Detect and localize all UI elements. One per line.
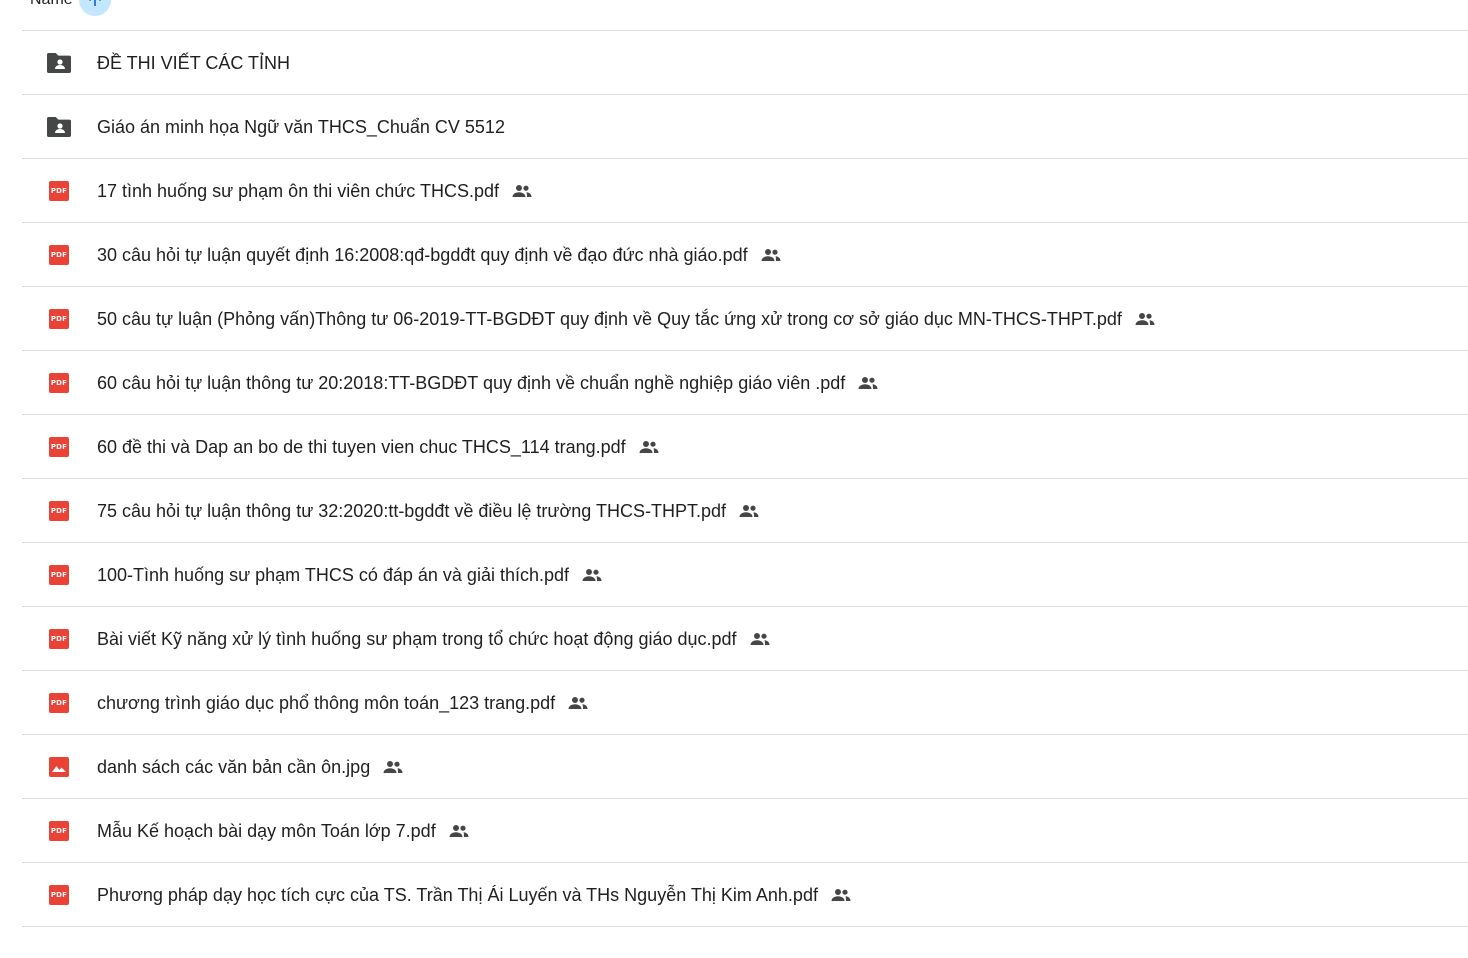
file-row[interactable]: PDF 17 tình huống sư phạm ôn thi viên chứ… [22,159,1468,223]
arrow-up-icon [88,0,101,6]
file-row[interactable]: PDF Bài viết Kỹ năng xử lý tình huống sư … [22,607,1468,671]
sort-direction-button[interactable] [78,0,111,16]
file-name: Mẫu Kế hoạch bài dạy môn Toán lớp 7.pdf [97,820,436,841]
file-row[interactable]: Giáo án minh họa Ngữ văn THCS_Chuẩn CV 5… [22,95,1468,159]
pdf-icon: PDF [45,497,73,525]
pdf-icon: PDF [45,689,73,717]
file-name: 60 câu hỏi tự luận thông tư 20:2018:TT-B… [97,372,846,393]
pdf-icon: PDF [45,241,73,269]
file-name: Phương pháp dạy học tích cực của TS. Trầ… [97,884,818,905]
file-list-header: Name [22,0,1468,30]
people-icon [749,628,771,650]
pdf-badge: PDF [49,372,69,393]
shared-folder-icon [45,49,73,77]
pdf-badge: PDF [49,628,69,649]
column-header-name[interactable]: Name [30,0,73,10]
people-icon [638,436,660,458]
file-name: 60 đề thi và Dap an bo de thi tuyen vien… [97,436,626,457]
people-icon [857,372,879,394]
people-icon [567,692,589,714]
people-icon [581,564,603,586]
file-name: 30 câu hỏi tự luận quyết định 16:2008:qđ… [97,244,748,265]
file-row[interactable]: PDF Phương pháp dạy học tích cực của TS. … [22,863,1468,927]
people-icon [830,884,852,906]
file-name: 50 câu tự luận (Phỏng vấn)Thông tư 06-20… [97,308,1122,329]
people-icon [511,180,533,202]
people-icon [448,820,470,842]
file-name: chương trình giáo dục phổ thông môn toán… [97,692,556,713]
pdf-badge: PDF [49,308,69,329]
pdf-icon: PDF [45,305,73,333]
file-row[interactable]: PDF Mẫu Kế hoạch bài dạy môn Toán lớp 7.p… [22,799,1468,863]
file-list: ĐỀ THI VIẾT CÁC TỈNH Giáo án minh họa Ngữ… [22,30,1468,927]
file-row[interactable]: PDF 30 câu hỏi tự luận quyết định 16:2008… [22,223,1468,287]
pdf-badge: PDF [49,820,69,841]
file-row[interactable]: PDF chương trình giáo dục phổ thông môn t… [22,671,1468,735]
pdf-badge: PDF [49,180,69,201]
pdf-icon: PDF [45,177,73,205]
people-icon [382,756,404,778]
pdf-badge: PDF [49,500,69,521]
image-icon [45,753,73,781]
file-name: 75 câu hỏi tự luận thông tư 32:2020:tt-b… [97,500,726,521]
pdf-icon: PDF [45,625,73,653]
file-row[interactable]: ĐỀ THI VIẾT CÁC TỈNH [22,31,1468,95]
pdf-badge: PDF [49,692,69,713]
file-name: danh sách các văn bản cần ôn.jpg [97,756,371,777]
file-row[interactable]: PDF 60 câu hỏi tự luận thông tư 20:2018:T… [22,351,1468,415]
pdf-badge: PDF [49,564,69,585]
file-name: 17 tình huống sư phạm ôn thi viên chức T… [97,180,499,201]
file-row[interactable]: PDF 75 câu hỏi tự luận thông tư 32:2020:t… [22,479,1468,543]
file-name: ĐỀ THI VIẾT CÁC TỈNH [97,52,291,73]
pdf-icon: PDF [45,881,73,909]
shared-folder-icon [45,113,73,141]
file-name: 100-Tình huống sư phạm THCS có đáp án và… [97,564,569,585]
people-icon [760,244,782,266]
people-icon [738,500,760,522]
people-icon [1134,308,1156,330]
file-name: Giáo án minh họa Ngữ văn THCS_Chuẩn CV 5… [97,116,505,137]
file-row[interactable]: PDF 100-Tình huống sư phạm THCS có đáp án… [22,543,1468,607]
pdf-badge: PDF [49,244,69,265]
file-row[interactable]: danh sách các văn bản cần ôn.jpg [22,735,1468,799]
pdf-icon: PDF [45,817,73,845]
pdf-icon: PDF [45,369,73,397]
pdf-icon: PDF [45,561,73,589]
pdf-badge: PDF [49,436,69,457]
file-row[interactable]: PDF 60 đề thi và Dap an bo de thi tuyen v… [22,415,1468,479]
pdf-icon: PDF [45,433,73,461]
file-row[interactable]: PDF 50 câu tự luận (Phỏng vấn)Thông tư 06… [22,287,1468,351]
pdf-badge: PDF [49,884,69,905]
file-name: Bài viết Kỹ năng xử lý tình huống sư phạ… [97,628,737,649]
